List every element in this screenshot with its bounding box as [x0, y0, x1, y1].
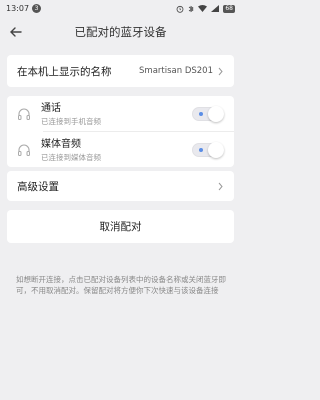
notification-badge: 3 [32, 4, 42, 13]
chevron-right-icon [218, 67, 223, 75]
profiles-card: 通话 已连接到手机音频 媒体音频 已连接到媒体音频 [7, 96, 234, 167]
device-name-label: 在本机上显示的名称 [17, 65, 112, 78]
call-toggle[interactable] [192, 106, 224, 122]
media-toggle[interactable] [192, 142, 224, 158]
top-bar: 已配对的蓝牙设备 [0, 17, 241, 47]
profile-text-call: 通话 已连接到手机音频 [41, 102, 192, 127]
headphone-icon [18, 144, 30, 156]
profile-row-media: 媒体音频 已连接到媒体音频 [7, 132, 234, 168]
status-left: 13:07 3 [6, 4, 42, 13]
unpair-label: 取消配对 [99, 221, 142, 233]
page-title: 已配对的蓝牙设备 [74, 25, 167, 39]
battery-level: 68 [223, 4, 235, 13]
back-arrow-icon[interactable] [8, 24, 24, 40]
profile-status-call: 已连接到手机音频 [41, 116, 101, 126]
profile-row-call: 通话 已连接到手机音频 [7, 96, 234, 132]
profile-status-media: 已连接到媒体音频 [41, 152, 101, 162]
advanced-settings-label: 高级设置 [17, 180, 59, 193]
toggle-on-dot [199, 148, 203, 152]
profile-name-call: 通话 [41, 102, 61, 114]
status-right: 68 [176, 4, 235, 13]
device-name-row[interactable]: 在本机上显示的名称 Smartisan DS201 [7, 55, 234, 87]
profile-name-media: 媒体音频 [41, 138, 81, 150]
toggle-knob [208, 142, 224, 158]
chevron-right-icon [218, 182, 223, 190]
device-name-value: Smartisan DS201 [139, 66, 213, 76]
toggle-knob [208, 106, 224, 122]
unpair-note: 如想断开连接，点击已配对设备列表中的设备名称或关闭蓝牙即可，不用取消配对。保留配… [16, 275, 226, 295]
headphone-icon [18, 108, 30, 120]
device-name-value-wrap: Smartisan DS201 [139, 66, 224, 76]
unpair-button[interactable]: 取消配对 [7, 210, 234, 243]
wifi-icon [198, 5, 208, 12]
alarm-icon [176, 5, 184, 13]
profile-text-media: 媒体音频 已连接到媒体音频 [41, 138, 192, 163]
status-time: 13:07 [6, 4, 30, 13]
signal-icon [211, 5, 220, 12]
status-bar: 13:07 3 68 [0, 0, 241, 17]
toggle-on-dot [199, 112, 203, 116]
bluetooth-icon [189, 5, 195, 12]
advanced-settings-row[interactable]: 高级设置 [7, 171, 234, 201]
